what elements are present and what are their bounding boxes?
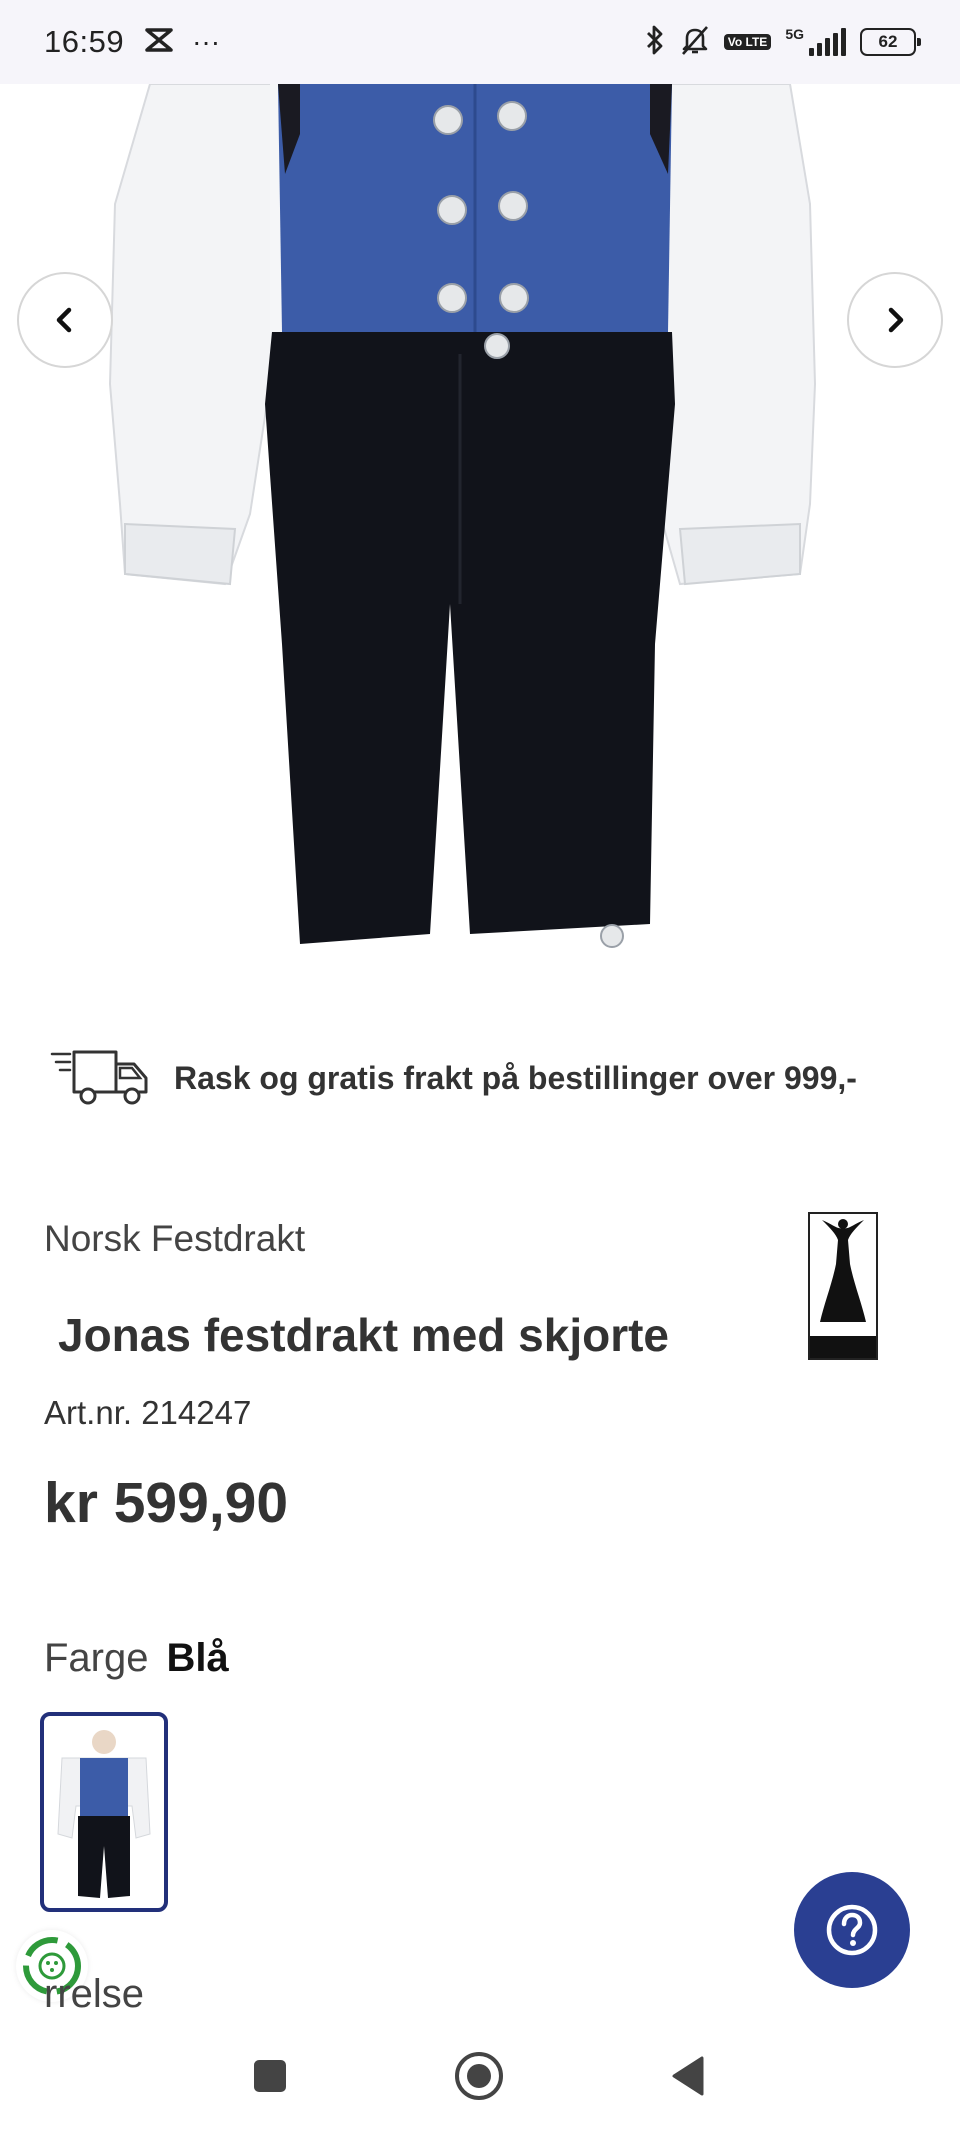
notification-app-icon (144, 27, 174, 58)
brand-logo[interactable] (808, 1212, 878, 1360)
carousel-next-button[interactable] (847, 272, 943, 368)
status-bar: 16:59 ··· Vo LTE 5G 62 (0, 0, 960, 84)
question-icon (826, 1904, 878, 1956)
delivery-truck-icon (50, 1050, 148, 1105)
back-button[interactable] (660, 2048, 716, 2104)
color-value: Blå (166, 1636, 229, 1680)
product-image-carousel[interactable] (0, 84, 960, 1004)
cellular-signal-icon: 5G (785, 26, 846, 56)
product-title: Jonas festdrakt med skjorte (58, 1309, 670, 1361)
home-button[interactable] (451, 2048, 507, 2104)
system-nav-bar (0, 2020, 960, 2133)
network-type: 5G (785, 26, 804, 42)
shipping-banner: Rask og gratis frakt på bestillinger ove… (50, 1040, 930, 1116)
volte-badge: Vo LTE (723, 34, 772, 50)
article-number: Art.nr. 214247 (44, 1394, 252, 1431)
status-right: Vo LTE 5G 62 (644, 24, 921, 61)
square-icon (254, 2060, 286, 2092)
color-selector-label: Farge Blå (44, 1636, 229, 1681)
battery-icon: 62 (860, 28, 921, 56)
color-swatch-bla[interactable] (40, 1712, 168, 1912)
home-circle-icon (455, 2052, 503, 2100)
back-triangle-icon (672, 2056, 704, 2096)
size-label: rrelse (44, 1972, 145, 2016)
recent-apps-button[interactable] (242, 2048, 298, 2104)
brand-name[interactable]: Norsk Festdrakt (44, 1218, 305, 1260)
bluetooth-icon (644, 24, 666, 61)
bell-muted-icon (680, 24, 710, 61)
status-time: 16:59 (44, 24, 125, 59)
color-label: Farge (44, 1636, 149, 1680)
product-image (108, 84, 817, 948)
status-left-icons: ··· (144, 27, 220, 58)
swatch-thumbnail (57, 1730, 151, 1898)
product-price: kr 599,90 (44, 1471, 289, 1535)
carousel-prev-button[interactable] (17, 272, 113, 368)
chevron-right-icon (888, 307, 904, 333)
help-button[interactable] (794, 1872, 910, 1988)
battery-level: 62 (878, 32, 898, 51)
shipping-text: Rask og gratis frakt på bestillinger ove… (174, 1059, 857, 1096)
more-notifications-icon: ··· (192, 26, 221, 57)
chevron-left-icon (56, 307, 72, 333)
